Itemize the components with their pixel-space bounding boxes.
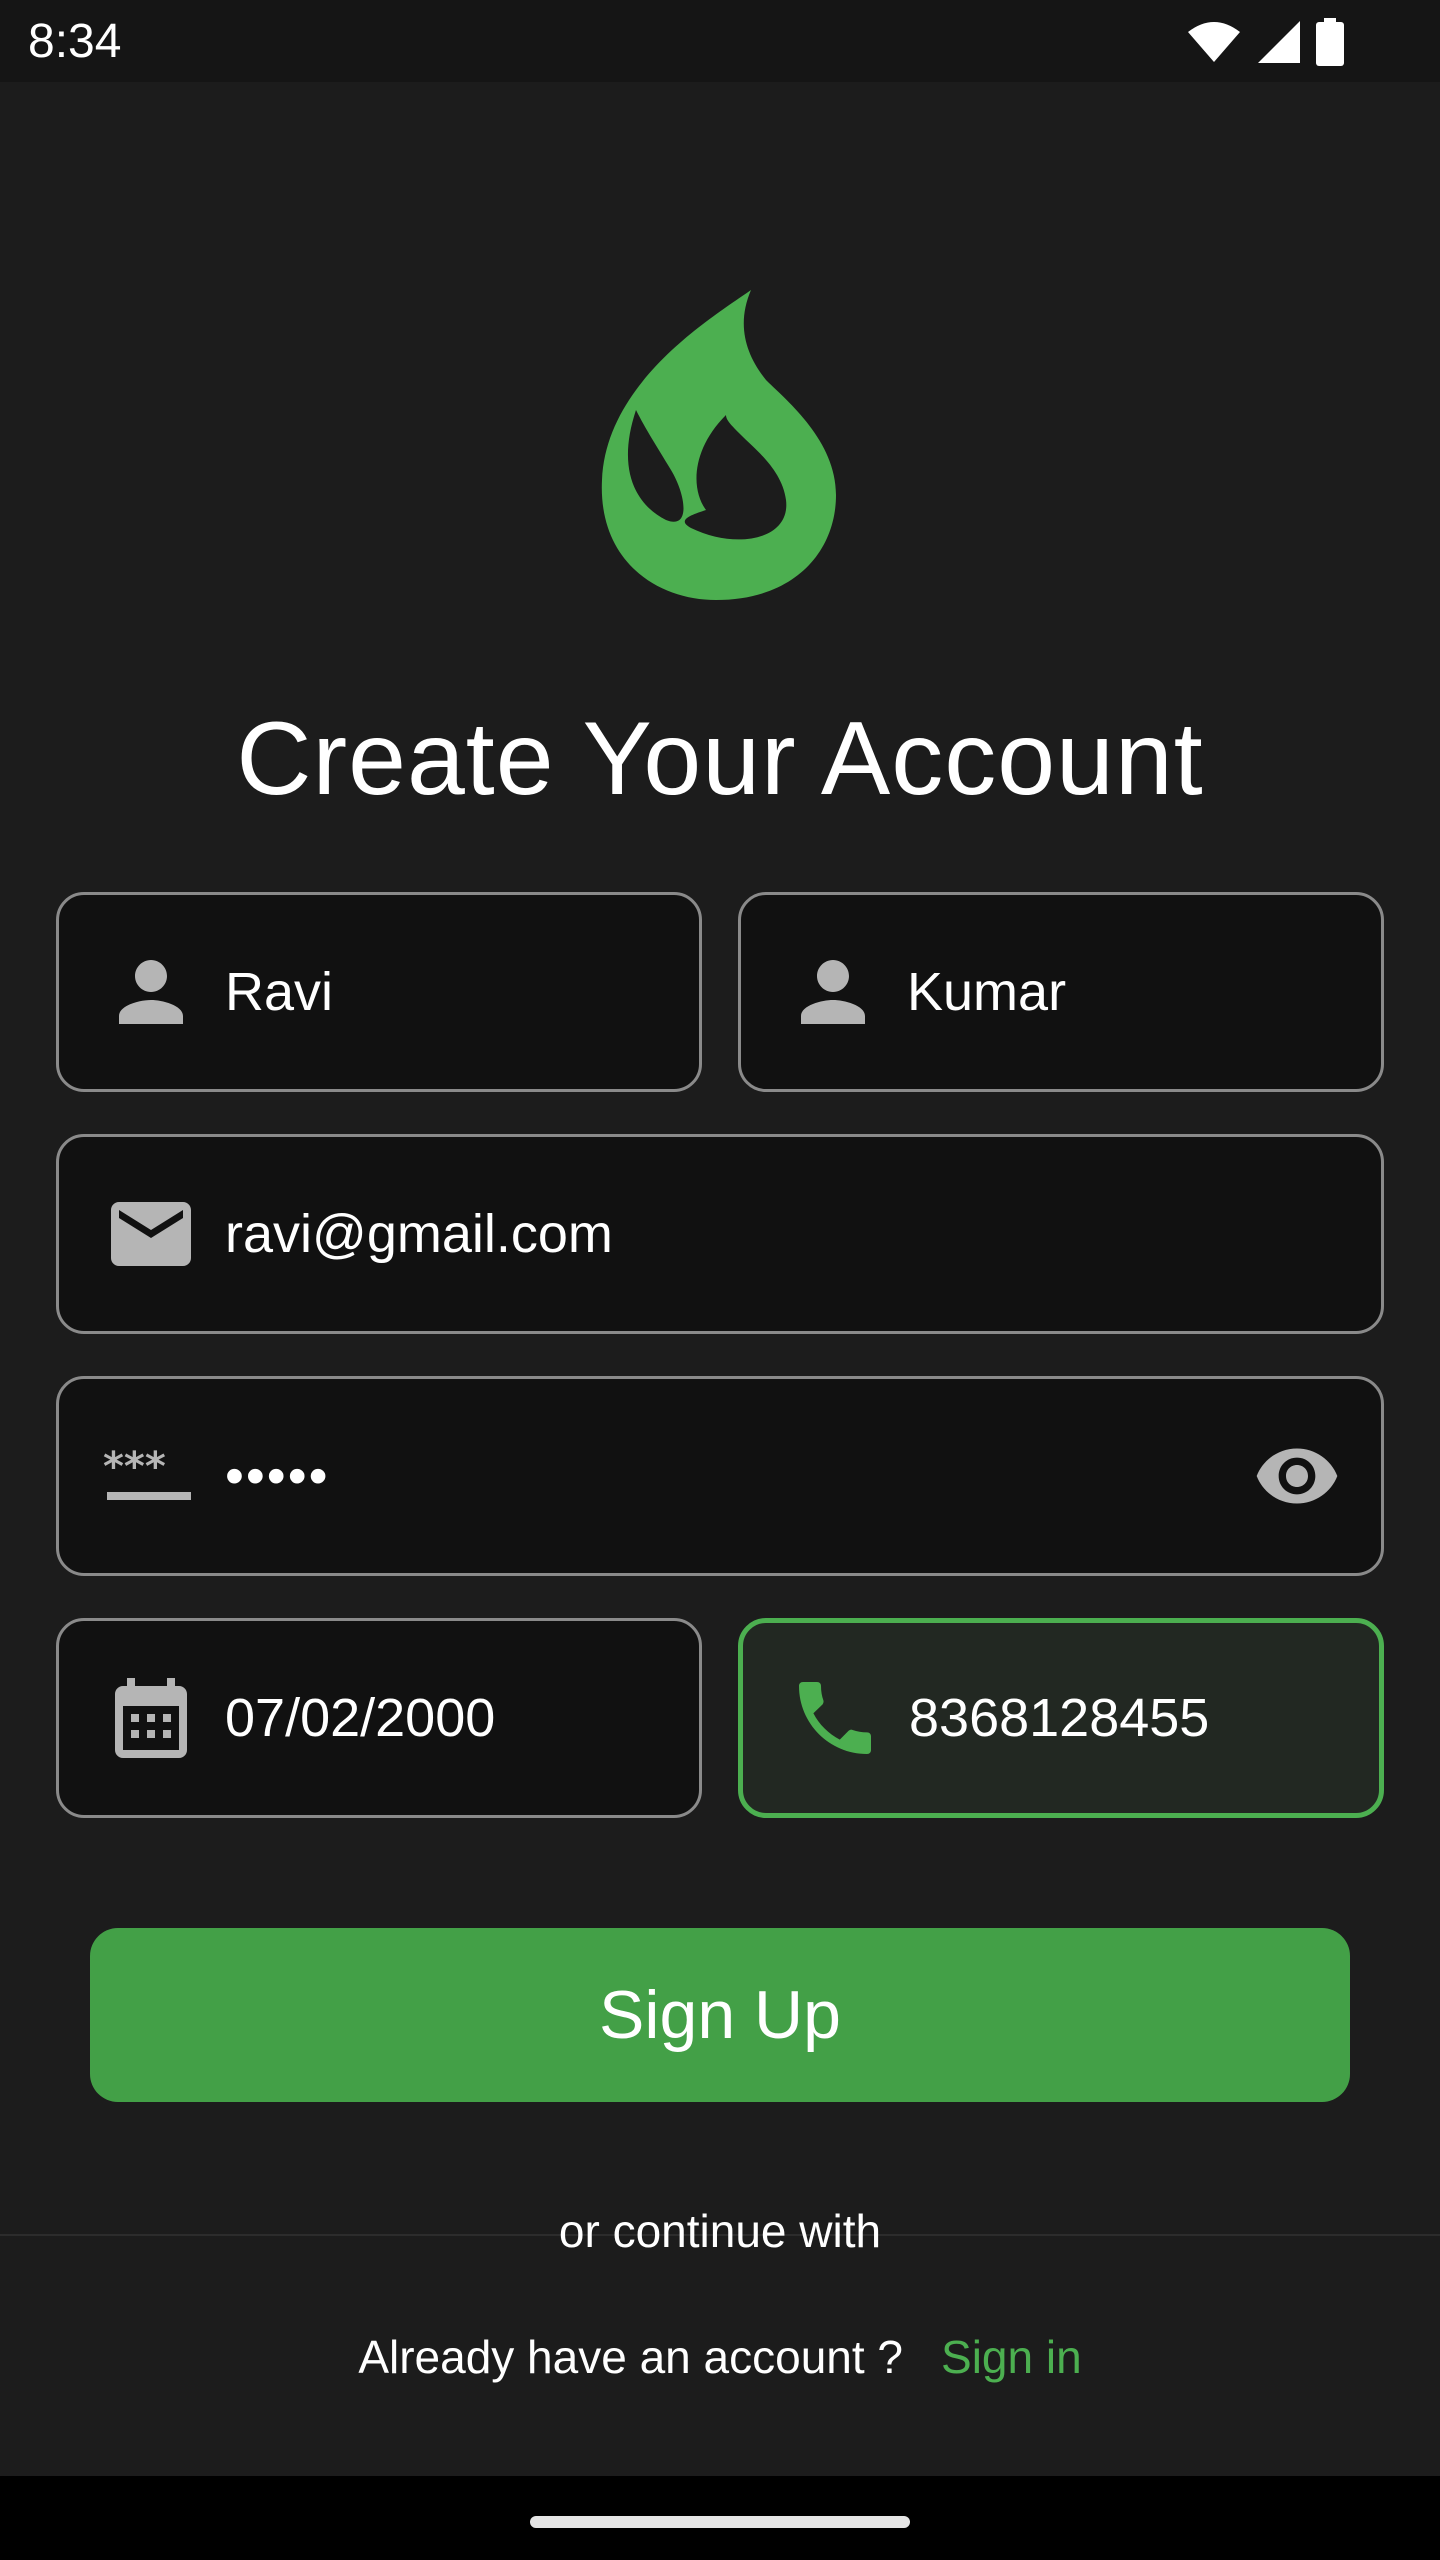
password-icon: ***: [103, 1444, 191, 1500]
first-name-field[interactable]: Ravi: [56, 892, 702, 1092]
dob-value: 07/02/2000: [225, 1688, 496, 1748]
wifi-icon: [1188, 22, 1240, 62]
status-bar: 8:34: [0, 0, 1440, 82]
last-name-value: Kumar: [907, 962, 1067, 1022]
phone-value: 8368128455: [909, 1688, 1210, 1748]
status-icons: [1186, 18, 1344, 66]
flame-logo: [601, 290, 836, 600]
password-value: •••••: [225, 1446, 330, 1506]
calendar-icon: [115, 1678, 187, 1758]
phone-field[interactable]: 8368128455: [738, 1618, 1384, 1818]
first-name-value: Ravi: [225, 962, 334, 1022]
status-time: 8:34: [28, 15, 122, 68]
sign-up-button[interactable]: Sign Up: [90, 1928, 1350, 2102]
signal-icon: [1258, 21, 1300, 63]
phone-icon: [799, 1682, 871, 1754]
svg-text:***: ***: [103, 1444, 166, 1490]
person-icon: [119, 960, 183, 1024]
page-title: Create Your Account: [236, 701, 1204, 817]
mail-icon: [111, 1202, 191, 1266]
home-gesture-handle[interactable]: [530, 2516, 910, 2528]
eye-icon[interactable]: [1253, 1432, 1341, 1520]
sign-in-link[interactable]: Sign in: [941, 2330, 1082, 2384]
password-field[interactable]: *** •••••: [56, 1376, 1384, 1576]
email-field[interactable]: ravi@gmail.com: [56, 1134, 1384, 1334]
email-value: ravi@gmail.com: [225, 1204, 613, 1264]
person-icon: [801, 960, 865, 1024]
dob-field[interactable]: 07/02/2000: [56, 1618, 702, 1818]
continue-with-text: or continue with: [558, 2205, 882, 2257]
last-name-field[interactable]: Kumar: [738, 892, 1384, 1092]
signin-prompt: Already have an account ?: [358, 2331, 904, 2383]
signin-row: Already have an account ? Sign in: [0, 2330, 1440, 2384]
battery-icon: [1316, 18, 1344, 66]
